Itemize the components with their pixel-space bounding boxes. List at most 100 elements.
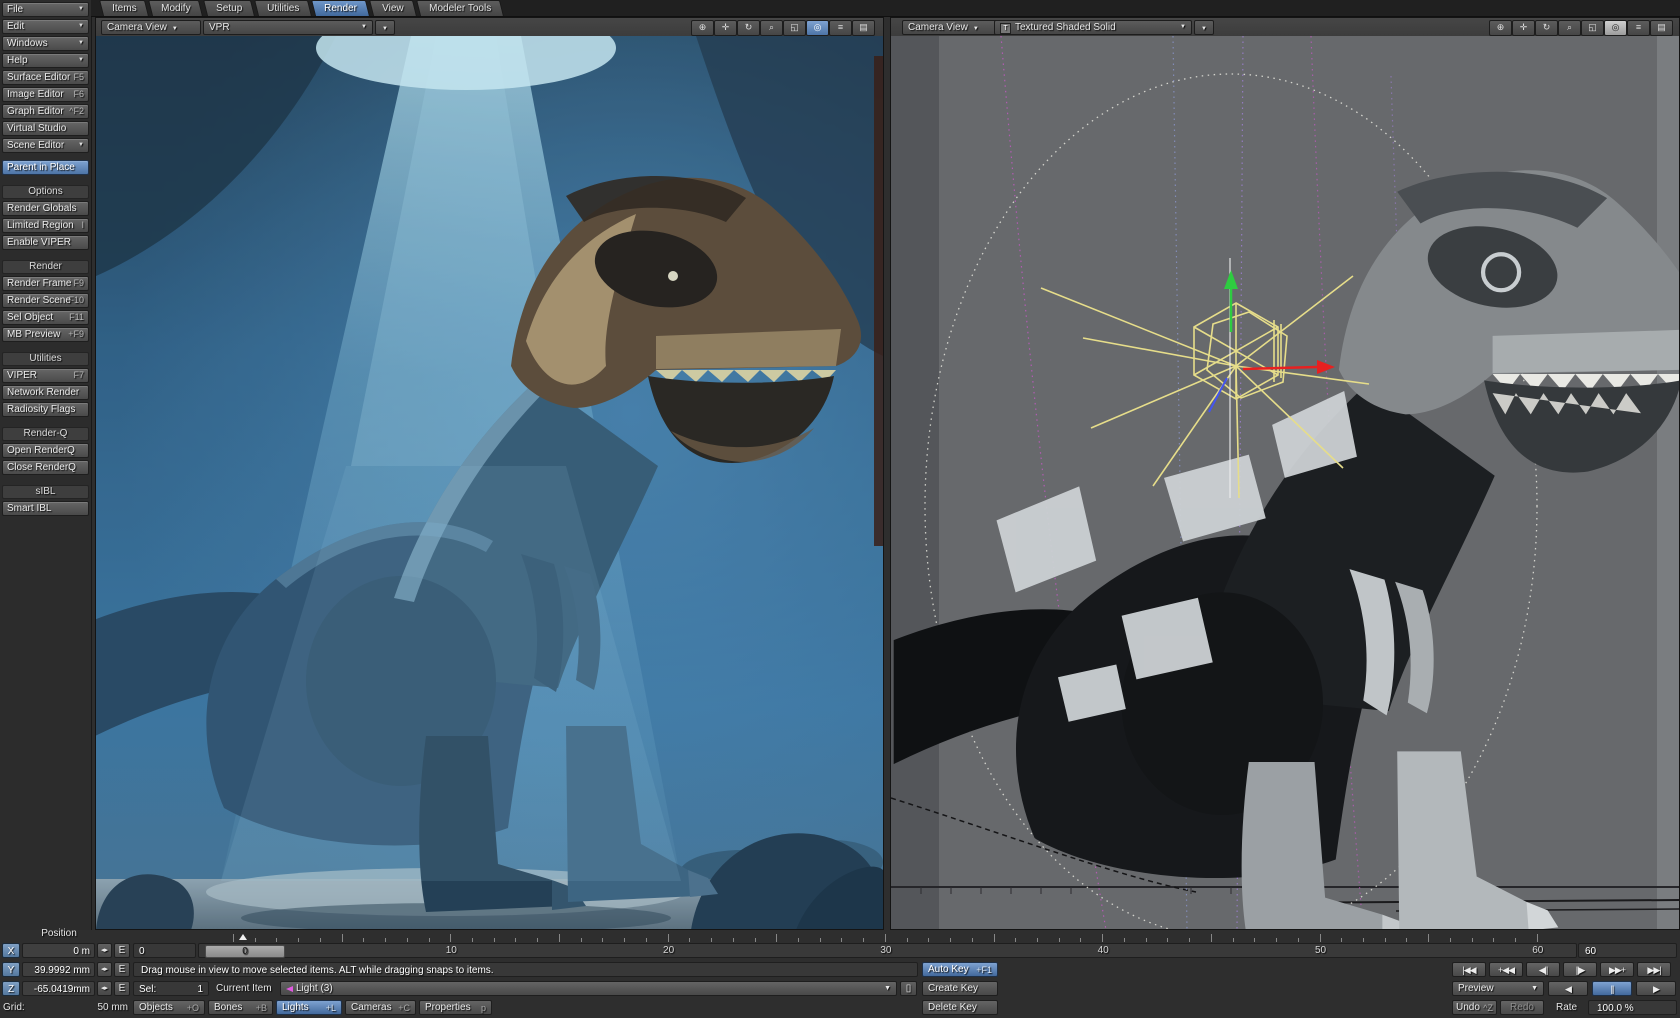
radiosity-flags-button[interactable]: Radiosity Flags <box>2 402 89 417</box>
current-frame-handle[interactable]: 0 <box>205 945 285 958</box>
render-mode-dropdown[interactable]: TTextured Shaded Solid▼ <box>994 20 1192 35</box>
delete-key-button[interactable]: Delete Keydel <box>922 1000 998 1015</box>
film-icon[interactable]: ▤ <box>1650 20 1673 36</box>
scene-editor-button[interactable]: ▼Scene Editor <box>2 138 89 153</box>
shaded-render-scene[interactable] <box>891 36 1679 929</box>
nudge-x-button[interactable]: ◂▸ <box>97 943 112 958</box>
pan-icon[interactable]: ⊕ <box>1489 20 1512 36</box>
play-reverse-button[interactable]: ◀ <box>1548 981 1588 996</box>
envelope-y-button[interactable]: E <box>114 962 130 977</box>
chevron-down-icon: ▼ <box>78 139 84 152</box>
pan-icon[interactable]: ⊕ <box>691 20 714 36</box>
list-icon[interactable]: ≡ <box>1627 20 1650 36</box>
tab-modeler-tools[interactable]: Modeler Tools <box>416 0 504 16</box>
render-mode-dropdown[interactable]: VPR▼ <box>203 20 373 35</box>
bottom-panel: Position X 0 m ◂▸ E 0 0 102030405060 60 … <box>0 930 1680 1018</box>
menu-file[interactable]: ▼File <box>2 2 89 17</box>
position-y-field[interactable]: 39.9992 mm <box>22 962 95 977</box>
axis-z-badge[interactable]: Z <box>2 981 20 996</box>
smart-ibl-button[interactable]: Smart IBL <box>2 501 89 516</box>
move-icon[interactable]: ✛ <box>1512 20 1535 36</box>
open-renderq-button[interactable]: Open RenderQ <box>2 443 89 458</box>
tab-view[interactable]: View <box>369 0 416 16</box>
viper-button[interactable]: F7VIPER <box>2 368 89 383</box>
position-x-field[interactable]: 0 m <box>22 943 95 958</box>
end-frame-field[interactable]: 60 <box>1578 943 1677 958</box>
close-renderq-button[interactable]: Close RenderQ <box>2 460 89 475</box>
camera-icon[interactable]: ◎ <box>806 20 829 36</box>
prev-frame-button[interactable]: ◀|| <box>1526 962 1560 977</box>
vpr-render-scene[interactable] <box>96 36 883 929</box>
redo-button[interactable]: Redo <box>1500 1000 1544 1015</box>
menu-edit[interactable]: ▼Edit <box>2 19 89 34</box>
nudge-z-button[interactable]: ◂▸ <box>97 981 112 996</box>
tab-render[interactable]: Render <box>311 0 370 16</box>
position-z-field[interactable]: -65.0419mm <box>22 981 95 996</box>
axis-y-badge[interactable]: Y <box>2 962 20 977</box>
undo-button[interactable]: Undo^Z <box>1452 1000 1497 1015</box>
prev-keyframe-button[interactable]: +◀◀ <box>1489 962 1523 977</box>
camera-icon[interactable]: ◎ <box>1604 20 1627 36</box>
sel-object-button[interactable]: F11Sel Object <box>2 310 89 325</box>
fit-icon[interactable]: ◱ <box>1581 20 1604 36</box>
view-type-dropdown[interactable]: Camera View▼ <box>902 20 999 35</box>
play-forward-button[interactable]: ▶ <box>1636 981 1676 996</box>
render-frame-button[interactable]: F9Render Frame <box>2 276 89 291</box>
select-cameras-button[interactable]: Cameras+C <box>345 1000 416 1015</box>
chevron-down-icon: ▼ <box>78 54 84 67</box>
list-icon[interactable]: ≡ <box>829 20 852 36</box>
preview-dropdown[interactable]: Preview▼ <box>1452 981 1544 996</box>
properties-button[interactable]: Propertiesp <box>419 1000 492 1015</box>
zoom-icon[interactable]: ⌕ <box>1558 20 1581 36</box>
view-type-dropdown[interactable]: Camera View▼ <box>101 20 201 35</box>
mb-preview-button[interactable]: +F9MB Preview <box>2 327 89 342</box>
menu-windows[interactable]: ▼Windows <box>2 36 89 51</box>
viewport-options-dropdown[interactable]: ▼ <box>375 20 395 35</box>
next-frame-button[interactable]: ||▶ <box>1563 962 1597 977</box>
pause-button[interactable]: || <box>1592 981 1632 996</box>
select-objects-button[interactable]: Objects+O <box>133 1000 205 1015</box>
select-lights-button[interactable]: Lights+L <box>276 1000 342 1015</box>
enable-viper-button[interactable]: Enable VIPER <box>2 235 89 250</box>
tab-items[interactable]: Items <box>99 0 149 16</box>
chevron-down-icon: ▼ <box>884 982 891 996</box>
zoom-icon[interactable]: ⌕ <box>760 20 783 36</box>
render-scene-button[interactable]: F10Render Scene <box>2 293 89 308</box>
parent-in-place-button[interactable]: Parent in Place <box>2 160 89 175</box>
frame-ruler[interactable] <box>198 933 1578 942</box>
film-icon[interactable]: ▤ <box>852 20 875 36</box>
graph-editor-button[interactable]: ^F2Graph Editor <box>2 104 89 119</box>
tab-setup[interactable]: Setup <box>203 0 255 16</box>
tab-utilities[interactable]: Utilities <box>254 0 312 16</box>
network-render-button[interactable]: Network Render <box>2 385 89 400</box>
frame-input[interactable]: 0 <box>133 943 196 958</box>
render-globals-button[interactable]: Render Globals <box>2 201 89 216</box>
rate-field[interactable]: 100.0 % <box>1588 1000 1677 1015</box>
next-keyframe-button[interactable]: ▶▶+ <box>1600 962 1634 977</box>
rotate-icon[interactable]: ↻ <box>737 20 760 36</box>
axis-x-badge[interactable]: X <box>2 943 20 958</box>
envelope-x-button[interactable]: E <box>114 943 130 958</box>
envelope-z-button[interactable]: E <box>114 981 130 996</box>
virtual-studio-button[interactable]: Virtual Studio <box>2 121 89 136</box>
current-item-dropdown[interactable]: Light (3) ▼ <box>280 981 897 996</box>
go-to-start-button[interactable]: |◀◀ <box>1452 962 1486 977</box>
auto-key-button[interactable]: Auto Key+F1 <box>922 962 998 977</box>
timeline-track[interactable]: 0 102030405060 <box>198 943 1577 958</box>
menu-help[interactable]: ▼Help <box>2 53 89 68</box>
surface-editor-button[interactable]: F5Surface Editor <box>2 70 89 85</box>
fit-icon[interactable]: ◱ <box>783 20 806 36</box>
rotate-icon[interactable]: ↻ <box>1535 20 1558 36</box>
limited-region-button[interactable]: ILimited Region <box>2 218 89 233</box>
frame-number: 60 <box>1532 944 1543 957</box>
create-key-button[interactable]: Create Keyret <box>922 981 998 996</box>
image-editor-button[interactable]: F6Image Editor <box>2 87 89 102</box>
tab-modify[interactable]: Modify <box>148 0 203 16</box>
move-icon[interactable]: ✛ <box>714 20 737 36</box>
item-properties-button[interactable]: ▯ <box>900 981 917 996</box>
viewport-options-dropdown[interactable]: ▼ <box>1194 20 1214 35</box>
nudge-y-button[interactable]: ◂▸ <box>97 962 112 977</box>
viewport-shaded: Camera View▼ TTextured Shaded Solid▼ ▼ ⊕… <box>890 17 1680 930</box>
select-bones-button[interactable]: Bones+B <box>208 1000 273 1015</box>
go-to-end-button[interactable]: ▶▶| <box>1637 962 1671 977</box>
